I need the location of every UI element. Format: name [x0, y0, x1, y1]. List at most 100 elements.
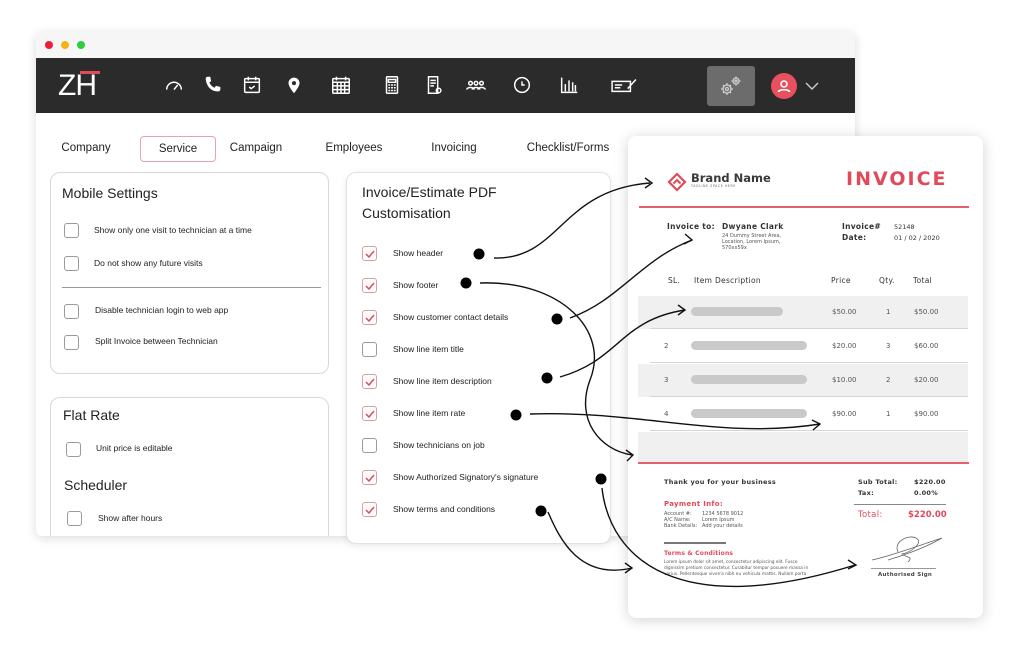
label-show-footer: Show footer [393, 280, 439, 290]
checkbox-show-line-item-title[interactable] [362, 342, 377, 357]
logo-accent-bar [80, 71, 100, 74]
checkbox-one-visit[interactable] [64, 223, 79, 238]
col-total: Total [913, 276, 933, 285]
top-navbar: ZH [36, 58, 855, 113]
row-sl: 4 [664, 410, 669, 418]
checkbox-show-technicians[interactable] [362, 438, 377, 453]
row-price: $90.00 [832, 410, 857, 418]
location-pin-icon[interactable] [282, 73, 306, 97]
total-value: $220.00 [908, 510, 947, 520]
subtotal-value: $220.00 [914, 478, 946, 486]
row-description-placeholder [691, 307, 783, 316]
window-maximize-button[interactable] [77, 41, 85, 49]
terms-title: Terms & Conditions [664, 550, 734, 557]
checkbox-no-future-visits[interactable] [64, 256, 79, 271]
checkbox-show-after-hours[interactable] [67, 511, 82, 526]
checkbox-show-signature[interactable] [362, 470, 377, 485]
phone-icon[interactable] [201, 73, 225, 97]
label-split-invoice: Split Invoice between Technician [95, 336, 218, 346]
row-divider [650, 430, 968, 431]
tab-service[interactable]: Service [140, 136, 216, 162]
tab-invoicing[interactable]: Invoicing [426, 136, 482, 162]
invoice-document-icon[interactable] [422, 73, 446, 97]
bar-chart-icon[interactable] [557, 73, 581, 97]
line-item-row: $50.00 1 $50.00 [638, 296, 968, 329]
terms-line-3: varius. Pellentesque viverra nibh eu veh… [664, 572, 807, 577]
calculator-icon[interactable] [380, 73, 404, 97]
check-icon [365, 378, 375, 387]
pdf-customisation-card: Invoice/Estimate PDF Customisation [346, 172, 611, 544]
row-total: $20.00 [914, 376, 939, 384]
zh-logo[interactable]: ZH [58, 71, 100, 101]
checkbox-disable-login[interactable] [64, 304, 79, 319]
checkbox-show-footer[interactable] [362, 278, 377, 293]
label-show-after-hours: Show after hours [98, 513, 163, 523]
label-unit-price-editable: Unit price is editable [96, 443, 173, 453]
row-divider [650, 328, 968, 329]
label-show-line-item-title: Show line item title [393, 344, 464, 354]
user-avatar-button[interactable] [771, 73, 797, 99]
checkbox-show-terms[interactable] [362, 502, 377, 517]
section-divider [62, 287, 321, 288]
check-icon [365, 314, 375, 323]
row-total: $50.00 [914, 308, 939, 316]
brand-tagline: TAGLINE SPACE HERE [691, 184, 736, 188]
invoice-number: 52148 [894, 223, 915, 231]
payment-info-title: Payment Info: [664, 500, 723, 508]
row-sl: 3 [664, 376, 669, 384]
tab-company[interactable]: Company [56, 136, 116, 162]
date-label: Date: [842, 233, 867, 242]
label-disable-login: Disable technician login to web app [95, 305, 229, 315]
col-price: Price [831, 276, 851, 285]
tax-label: Tax: [858, 489, 874, 497]
dashboard-gauge-icon[interactable] [162, 73, 186, 97]
tab-checklist-forms[interactable]: Checklist/Forms [522, 136, 614, 162]
footer-divider [638, 462, 969, 464]
window-minimize-button[interactable] [61, 41, 69, 49]
label-show-header: Show header [393, 248, 444, 258]
stage: ZH Company Service Campaign Employees In… [0, 0, 1024, 655]
signature-icon[interactable] [608, 73, 640, 97]
clock-icon[interactable] [510, 73, 534, 97]
table-footer-band [638, 432, 968, 462]
terms-divider [664, 542, 726, 544]
signature-line [871, 568, 936, 569]
flat-rate-scheduler-card: Flat Rate Unit price is editable Schedul… [50, 397, 329, 536]
tab-employees[interactable]: Employees [321, 136, 387, 162]
customer-address-3: 570xx59x [722, 245, 747, 251]
checkbox-split-invoice[interactable] [64, 335, 79, 350]
checkbox-show-header[interactable] [362, 246, 377, 261]
checkbox-unit-price-editable[interactable] [66, 442, 81, 457]
customer-name: Dwyane Clark [722, 222, 784, 231]
row-qty: 1 [886, 410, 891, 418]
team-icon[interactable] [464, 73, 488, 97]
row-qty: 2 [886, 376, 891, 384]
tab-campaign[interactable]: Campaign [224, 136, 288, 162]
line-item-row: 4 $90.00 1 $90.00 [638, 398, 968, 431]
thank-you-text: Thank you for your business [664, 478, 777, 486]
flat-rate-title: Flat Rate [63, 407, 120, 423]
settings-button[interactable] [707, 66, 755, 106]
totals-divider [854, 504, 946, 505]
check-icon [365, 474, 375, 483]
tax-value: 0.00% [914, 489, 939, 497]
label-no-future-visits: Do not show any future visits [94, 258, 203, 268]
row-price: $10.00 [832, 376, 857, 384]
checkbox-show-line-item-description[interactable] [362, 374, 377, 389]
checkbox-show-line-item-rate[interactable] [362, 406, 377, 421]
checkbox-show-customer-contact[interactable] [362, 310, 377, 325]
pdf-customisation-title-line2: Customisation [362, 205, 451, 221]
row-total: $90.00 [914, 410, 939, 418]
line-item-row: 2 $20.00 3 $60.00 [638, 330, 968, 363]
gears-icon [721, 76, 741, 95]
label-one-visit: Show only one visit to technician at a t… [94, 225, 252, 235]
mobile-settings-card: Mobile Settings Show only one visit to t… [50, 172, 329, 374]
chevron-down-icon[interactable] [804, 78, 820, 94]
authorised-sign-label: Authorised Sign [878, 572, 933, 578]
calendar-grid-icon[interactable] [329, 73, 353, 97]
label-show-customer-contact: Show customer contact details [393, 312, 509, 322]
window-close-button[interactable] [45, 41, 53, 49]
brand-logo-icon [667, 172, 687, 192]
row-divider [650, 362, 968, 363]
calendar-check-icon[interactable] [240, 73, 264, 97]
